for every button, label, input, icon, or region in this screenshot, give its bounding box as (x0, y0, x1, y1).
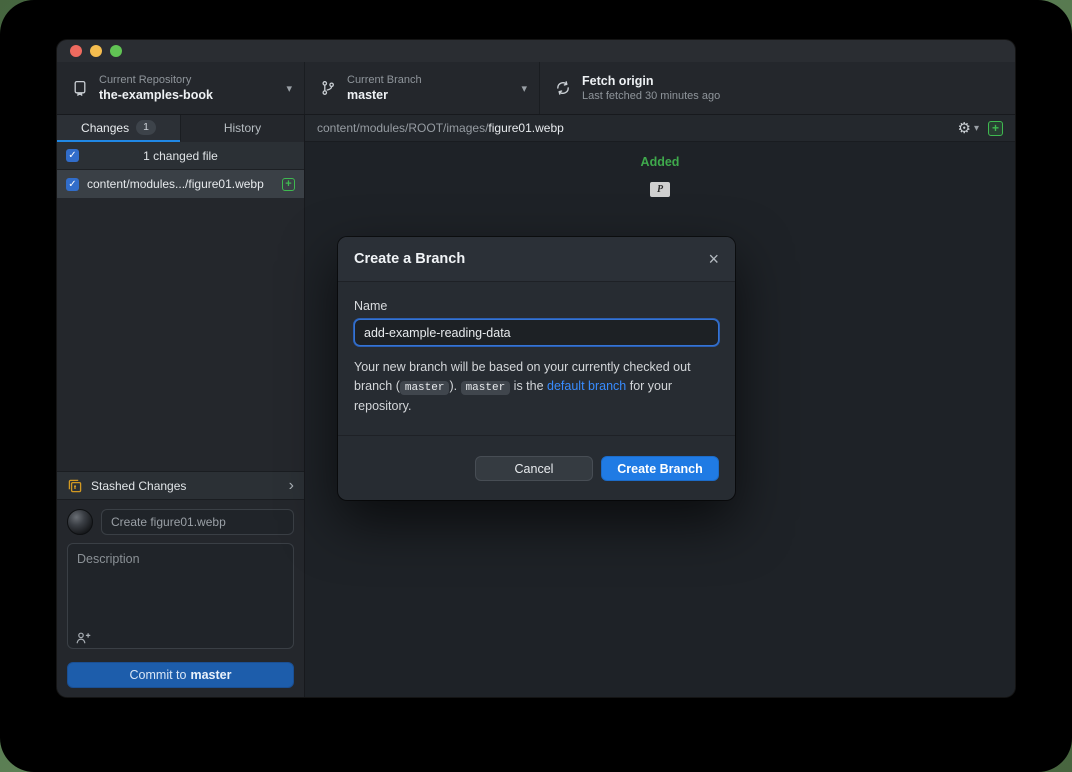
changed-files-summary-row[interactable]: ✓ 1 changed file (57, 142, 304, 170)
stashed-changes-label: Stashed Changes (91, 479, 186, 493)
description-text: is the (510, 379, 547, 393)
current-branch-label: Current Branch (347, 74, 422, 86)
chevron-down-icon: ▾ (974, 123, 979, 134)
add-coauthor-icon[interactable] (75, 630, 91, 646)
dialog-body: Name Your new branch will be based on yo… (338, 282, 735, 435)
zoom-window-button[interactable] (110, 45, 122, 57)
dialog-title: Create a Branch (354, 251, 465, 267)
close-icon[interactable]: × (708, 250, 719, 268)
commit-button-prefix: Commit to (130, 668, 187, 682)
traffic-lights (70, 45, 122, 57)
diff-options-button[interactable]: ⚙ ▾ (958, 121, 979, 136)
branch-name-input[interactable] (354, 319, 719, 346)
file-checkbox[interactable]: ✓ (66, 178, 79, 191)
tab-history[interactable]: History (180, 115, 304, 142)
changes-count-badge: 1 (136, 120, 156, 135)
diff-added-status: Added (641, 155, 680, 169)
tab-history-label: History (224, 121, 261, 135)
chevron-right-icon: › (289, 478, 294, 494)
minimize-window-button[interactable] (90, 45, 102, 57)
cancel-button[interactable]: Cancel (475, 456, 593, 481)
default-branch-link[interactable]: default branch (547, 379, 626, 393)
description-text: ). (449, 379, 460, 393)
gear-icon: ⚙ (958, 121, 971, 136)
repo-icon (72, 80, 88, 96)
chevron-down-icon: ▾ (286, 82, 292, 95)
commit-to-master-button[interactable]: Commit to master (67, 662, 294, 688)
chevron-down-icon: ▾ (521, 82, 527, 95)
commit-form: Commit to master (57, 500, 304, 697)
file-path-name: figure01.webp (488, 121, 563, 135)
sidebar: Changes 1 History ✓ 1 changed file ✓ con… (57, 115, 305, 697)
image-thumbnail-mark: P (657, 184, 663, 195)
diff-added-icon[interactable]: + (988, 121, 1003, 136)
dialog-description: Your new branch will be based on your cu… (354, 358, 719, 417)
changed-file-row[interactable]: ✓ content/modules.../figure01.webp + (57, 170, 304, 198)
current-repository-label: Current Repository (99, 74, 213, 86)
app-window: Current Repository the-examples-book ▾ C… (57, 40, 1015, 697)
branch-code-pill: master (400, 381, 450, 395)
stashed-changes-row[interactable]: Stashed Changes › (57, 471, 304, 500)
file-path-directory: content/modules/ROOT/images/ (317, 121, 488, 135)
fetch-origin-button[interactable]: Fetch origin Last fetched 30 minutes ago (540, 62, 1015, 114)
toolbar: Current Repository the-examples-book ▾ C… (57, 62, 1015, 115)
image-thumbnail: P (650, 182, 670, 197)
commit-button-branch: master (190, 668, 231, 682)
file-list-empty-space (57, 198, 304, 471)
current-branch-dropdown[interactable]: Current Branch master ▾ (305, 62, 540, 114)
file-added-status-icon: + (282, 178, 295, 191)
dialog-header: Create a Branch × (338, 237, 735, 282)
branch-name-label: Name (354, 299, 719, 313)
create-branch-button[interactable]: Create Branch (601, 456, 719, 481)
file-path-bar: content/modules/ROOT/images/ figure01.we… (305, 115, 1015, 142)
user-avatar (67, 509, 93, 535)
last-fetched-status: Last fetched 30 minutes ago (582, 90, 720, 102)
commit-description-input[interactable] (67, 543, 294, 649)
current-repository-value: the-examples-book (99, 88, 213, 102)
titlebar (57, 40, 1015, 62)
changed-files-summary: 1 changed file (57, 149, 304, 163)
tab-changes-label: Changes (81, 121, 129, 135)
sidebar-tabs: Changes 1 History (57, 115, 304, 142)
create-branch-dialog: Create a Branch × Name Your new branch w… (338, 237, 735, 500)
dialog-footer: Cancel Create Branch (338, 435, 735, 500)
current-repository-dropdown[interactable]: Current Repository the-examples-book ▾ (57, 62, 305, 114)
commit-summary-input[interactable] (101, 509, 294, 535)
changed-file-path: content/modules.../figure01.webp (87, 177, 264, 191)
current-branch-value: master (347, 88, 422, 102)
stash-icon (67, 478, 83, 494)
tab-changes[interactable]: Changes 1 (57, 115, 180, 142)
sync-icon (555, 80, 571, 96)
git-branch-icon (320, 80, 336, 96)
fetch-origin-label: Fetch origin (582, 74, 720, 88)
branch-code-pill: master (461, 381, 511, 395)
close-window-button[interactable] (70, 45, 82, 57)
